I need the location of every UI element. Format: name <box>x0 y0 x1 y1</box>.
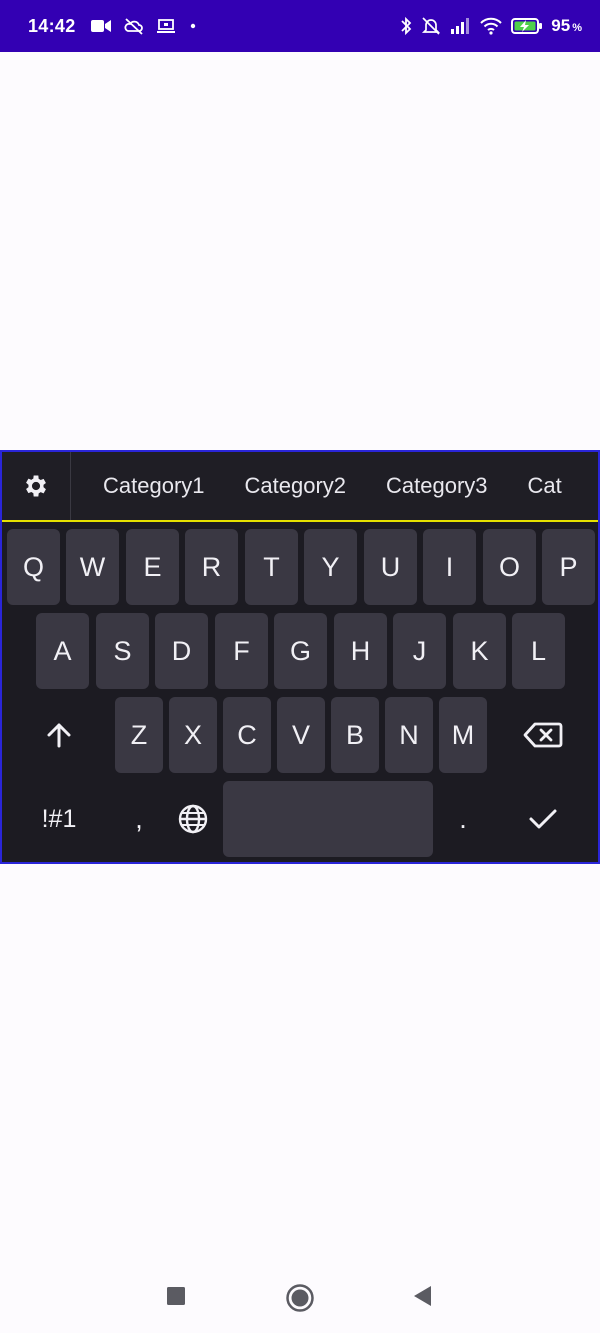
recents-square-icon <box>166 1286 186 1306</box>
wifi-icon <box>479 17 503 35</box>
key-q[interactable]: Q <box>7 529 60 605</box>
key-w[interactable]: W <box>66 529 119 605</box>
video-camera-icon <box>90 18 112 34</box>
key-y[interactable]: Y <box>304 529 357 605</box>
key-k[interactable]: K <box>453 613 506 689</box>
key-x[interactable]: X <box>169 697 217 773</box>
key-r[interactable]: R <box>185 529 238 605</box>
back-button[interactable] <box>406 1280 438 1312</box>
key-b[interactable]: B <box>331 697 379 773</box>
key-e[interactable]: E <box>126 529 179 605</box>
key-h[interactable]: H <box>334 613 387 689</box>
dot-icon <box>188 21 198 31</box>
key-o[interactable]: O <box>483 529 536 605</box>
settings-button[interactable] <box>2 452 71 520</box>
recents-button[interactable] <box>160 1280 192 1312</box>
backspace-key[interactable] <box>491 697 595 773</box>
symbols-key[interactable]: !#1 <box>7 781 111 857</box>
key-v[interactable]: V <box>277 697 325 773</box>
backspace-icon <box>523 721 563 749</box>
category-list: Category1 Category2 Category3 Cat <box>71 473 598 499</box>
key-m[interactable]: M <box>439 697 487 773</box>
enter-key[interactable] <box>491 781 595 857</box>
cellular-signal-icon <box>449 17 471 35</box>
status-bar: 14:42 95% <box>0 0 600 52</box>
key-l[interactable]: L <box>512 613 565 689</box>
key-i[interactable]: I <box>423 529 476 605</box>
key-a[interactable]: A <box>36 613 89 689</box>
comma-key[interactable]: , <box>115 781 163 857</box>
home-button[interactable] <box>282 1280 318 1316</box>
gear-icon <box>22 472 50 500</box>
key-s[interactable]: S <box>96 613 149 689</box>
battery-percentage: 95% <box>551 16 582 35</box>
arrow-up-icon <box>46 721 72 749</box>
key-t[interactable]: T <box>245 529 298 605</box>
status-time: 14:42 <box>28 15 76 36</box>
key-n[interactable]: N <box>385 697 433 773</box>
key-c[interactable]: C <box>223 697 271 773</box>
language-key[interactable] <box>169 781 217 857</box>
notifications-off-icon <box>421 16 441 36</box>
key-g[interactable]: G <box>274 613 327 689</box>
category-tab[interactable]: Cat <box>528 473 562 499</box>
key-p[interactable]: P <box>542 529 595 605</box>
bluetooth-icon <box>399 16 413 36</box>
globe-icon <box>177 803 209 835</box>
keyboard: Category1 Category2 Category3 Cat Q W E … <box>0 450 600 864</box>
category-tab[interactable]: Category1 <box>103 473 205 499</box>
navigation-bar <box>0 1260 600 1333</box>
battery-charging-icon <box>511 17 543 35</box>
category-tab[interactable]: Category3 <box>386 473 488 499</box>
checkmark-icon <box>528 807 558 831</box>
laptop-icon <box>156 18 176 34</box>
status-left-icons <box>90 17 198 35</box>
space-key[interactable] <box>223 781 433 857</box>
period-key[interactable]: . <box>439 781 487 857</box>
keyboard-toolbar: Category1 Category2 Category3 Cat <box>2 452 598 522</box>
key-d[interactable]: D <box>155 613 208 689</box>
category-tab[interactable]: Category2 <box>245 473 347 499</box>
cloud-off-icon <box>124 17 144 35</box>
key-f[interactable]: F <box>215 613 268 689</box>
key-j[interactable]: J <box>393 613 446 689</box>
shift-key[interactable] <box>7 697 111 773</box>
home-circle-icon <box>285 1283 315 1313</box>
key-z[interactable]: Z <box>115 697 163 773</box>
back-triangle-icon <box>412 1285 432 1307</box>
status-right-icons: 95% <box>399 16 582 36</box>
key-u[interactable]: U <box>364 529 417 605</box>
